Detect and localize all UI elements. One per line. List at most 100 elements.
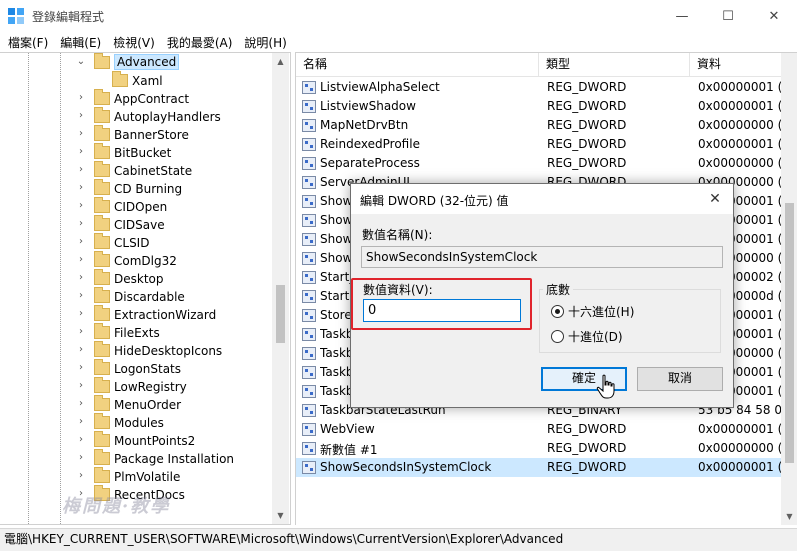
table-row[interactable]: SeparateProcess REG_DWORD 0x00000000 (0 — [296, 154, 781, 173]
tree-item[interactable]: ⌄ Advanced — [0, 53, 272, 72]
chevron-right-icon[interactable]: › — [76, 452, 86, 463]
tree-item[interactable]: Xaml — [0, 71, 272, 90]
table-row[interactable]: 新數值 #1 REG_DWORD 0x00000000 (0 — [296, 439, 781, 458]
folder-icon — [94, 179, 110, 195]
list-scroll-thumb[interactable] — [785, 203, 794, 463]
table-row[interactable]: MapNetDrvBtn REG_DWORD 0x00000000 (0 — [296, 116, 781, 135]
tree-item[interactable]: › CabinetState — [0, 161, 272, 180]
scroll-up-icon[interactable]: ▲ — [272, 53, 289, 70]
scroll-down-icon[interactable]: ▼ — [272, 507, 289, 524]
menu-edit[interactable]: 編輯(E) — [54, 34, 107, 51]
tree-item[interactable]: › MenuOrder — [0, 395, 272, 414]
radio-hexadecimal[interactable]: 十六進位(H) — [551, 302, 634, 320]
tree-scroll-thumb[interactable] — [276, 285, 285, 343]
tree-item[interactable]: › FileExts — [0, 323, 272, 342]
chevron-right-icon[interactable]: › — [76, 92, 86, 103]
tree-item[interactable]: › LowRegistry — [0, 377, 272, 396]
chevron-right-icon[interactable]: › — [76, 380, 86, 391]
chevron-right-icon[interactable]: › — [76, 290, 86, 301]
chevron-right-icon[interactable]: › — [76, 344, 86, 355]
close-icon: ✕ — [768, 8, 780, 24]
table-row[interactable]: ReindexedProfile REG_DWORD 0x00000001 (1 — [296, 135, 781, 154]
cell-type: REG_DWORD — [547, 80, 627, 94]
tree-item-label: CIDSave — [114, 218, 165, 232]
value-data-input[interactable] — [363, 299, 521, 322]
close-window-button[interactable]: ✕ — [751, 0, 797, 32]
tree-item[interactable]: › PlmVolatile — [0, 467, 272, 486]
cell-name: SeparateProcess — [320, 156, 420, 170]
chevron-right-icon[interactable]: › — [76, 326, 86, 337]
list-scrollbar[interactable]: ▼ — [781, 53, 797, 525]
menu-file[interactable]: 檔案(F) — [2, 34, 54, 51]
minimize-button[interactable]: — — [659, 0, 705, 32]
cell-name: ListviewShadow — [320, 99, 416, 113]
chevron-right-icon[interactable]: › — [76, 308, 86, 319]
chevron-right-icon[interactable]: › — [76, 254, 86, 265]
tree-item[interactable]: › MountPoints2 — [0, 431, 272, 450]
tree-item[interactable]: › AutoplayHandlers — [0, 107, 272, 126]
chevron-right-icon[interactable]: › — [76, 272, 86, 283]
chevron-right-icon[interactable]: › — [76, 164, 86, 175]
tree-item[interactable]: › LogonStats — [0, 359, 272, 378]
cell-type: REG_DWORD — [547, 137, 627, 151]
chevron-right-icon[interactable]: › — [76, 110, 86, 121]
chevron-right-icon[interactable]: › — [76, 398, 86, 409]
watermark: 梅問題·教學 — [62, 496, 171, 517]
menu-view[interactable]: 檢視(V) — [107, 34, 161, 51]
tree-item[interactable]: › Modules — [0, 413, 272, 432]
tree-item[interactable]: › BitBucket — [0, 143, 272, 162]
tree-item[interactable]: › Package Installation — [0, 449, 272, 468]
registry-tree-pane[interactable]: ⌄ Advanced Xaml › AppContract › AutoplayHandle… — [0, 52, 291, 525]
radio-checked-icon[interactable] — [551, 304, 564, 318]
scroll-down-icon[interactable]: ▼ — [781, 508, 797, 525]
registry-value-icon — [302, 309, 316, 322]
tree-item[interactable]: › Desktop — [0, 269, 272, 288]
tree-item[interactable]: › CIDSave — [0, 215, 272, 234]
registry-value-icon — [302, 233, 316, 246]
tree-item[interactable]: › HideDesktopIcons — [0, 341, 272, 360]
menu-help[interactable]: 說明(H) — [238, 34, 292, 51]
tree-item[interactable]: › AppContract — [0, 89, 272, 108]
table-row[interactable]: ListviewAlphaSelect REG_DWORD 0x00000001 (… — [296, 78, 781, 97]
chevron-right-icon[interactable]: › — [76, 200, 86, 211]
column-header-name[interactable]: 名稱 — [296, 53, 539, 77]
chevron-right-icon[interactable]: › — [76, 470, 86, 481]
dialog-close-button[interactable]: ✕ — [703, 188, 727, 210]
table-row[interactable]: ShowSecondsInSystemClock REG_DWORD 0x00000… — [296, 458, 781, 477]
cancel-button[interactable]: 取消 — [637, 367, 723, 391]
chevron-down-icon[interactable]: ⌄ — [76, 56, 86, 67]
tree-item[interactable]: › CD Burning — [0, 179, 272, 198]
cell-data: 0x00000001 (1 — [698, 460, 781, 474]
tree-item[interactable]: › CLSID — [0, 233, 272, 252]
menu-favorites[interactable]: 我的最愛(A) — [161, 34, 239, 51]
maximize-button[interactable]: ☐ — [705, 0, 751, 32]
value-name-field: ShowSecondsInSystemClock — [361, 246, 723, 268]
tree-scrollbar[interactable]: ▲ ▼ — [272, 53, 289, 524]
registry-value-icon — [302, 461, 316, 474]
chevron-right-icon[interactable]: › — [76, 146, 86, 157]
folder-icon — [94, 341, 110, 357]
radio-decimal[interactable]: 十進位(D) — [551, 327, 623, 345]
tree-item-label: CLSID — [114, 236, 150, 250]
tree-item[interactable]: › CIDOpen — [0, 197, 272, 216]
tree-item[interactable]: › BannerStore — [0, 125, 272, 144]
column-header-type[interactable]: 類型 — [539, 53, 690, 77]
chevron-right-icon[interactable]: › — [76, 128, 86, 139]
chevron-right-icon[interactable]: › — [76, 236, 86, 247]
chevron-right-icon[interactable]: › — [76, 362, 86, 373]
tree-item[interactable]: › ExtractionWizard — [0, 305, 272, 324]
table-row[interactable]: WebView REG_DWORD 0x00000001 (1 — [296, 420, 781, 439]
table-row[interactable]: ListviewShadow REG_DWORD 0x00000001 (1 — [296, 97, 781, 116]
cell-data: 0x00000000 (0 — [698, 156, 781, 170]
chevron-right-icon[interactable]: › — [76, 416, 86, 427]
tree-item-label: PlmVolatile — [114, 470, 181, 484]
radio-unchecked-icon[interactable] — [551, 329, 564, 343]
value-data-label: 數值資料(V): — [363, 283, 433, 297]
tree-item-label: BannerStore — [114, 128, 189, 142]
registry-value-icon — [302, 100, 316, 113]
chevron-right-icon[interactable]: › — [76, 218, 86, 229]
chevron-right-icon[interactable]: › — [76, 434, 86, 445]
tree-item[interactable]: › ComDlg32 — [0, 251, 272, 270]
tree-item[interactable]: › Discardable — [0, 287, 272, 306]
chevron-right-icon[interactable]: › — [76, 182, 86, 193]
